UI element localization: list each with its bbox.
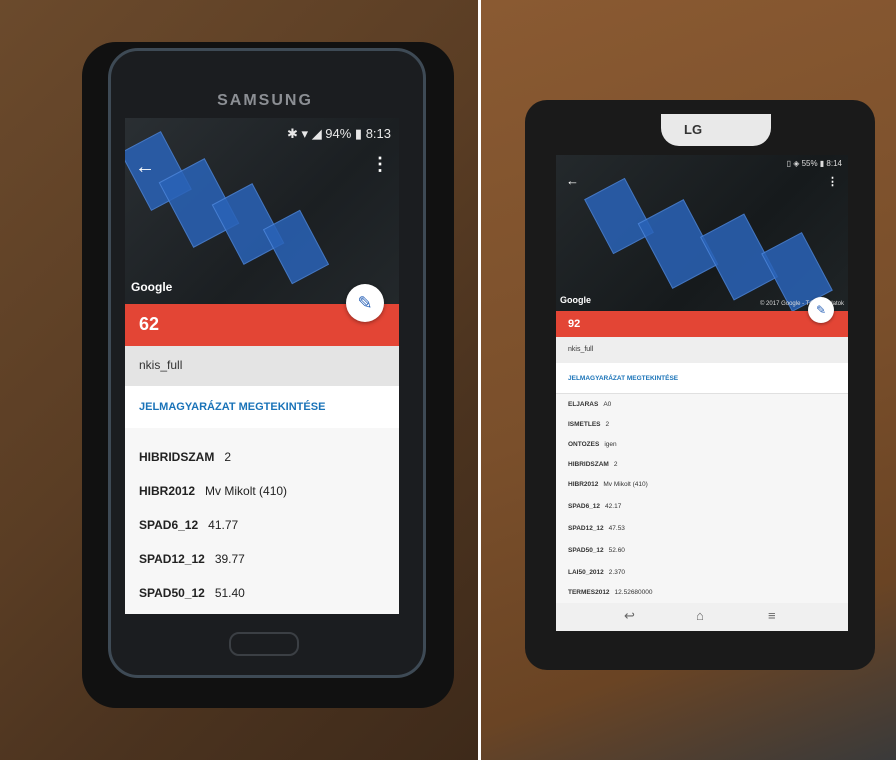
feature-id: 92 [568, 318, 581, 330]
back-arrow-icon[interactable]: ← [135, 156, 155, 179]
nav-back-icon[interactable]: ↩ [624, 608, 635, 624]
list-item: HIBR2012 Mv Mikolt (410) [568, 481, 648, 488]
list-item: SPAD12_12 47.53 [568, 525, 625, 532]
nav-home-icon[interactable]: ⌂ [696, 608, 704, 623]
satellite-map[interactable]: ✱ ▾ ◢ 94% ▮ 8:13 ← ⋮ Google [125, 118, 399, 304]
home-button[interactable] [229, 632, 299, 656]
legend-bar: JELMAGYARÁZAT MEGTEKINTÉSE [125, 386, 399, 429]
list-item: ISMETLES 2 [568, 421, 610, 428]
list-item: LAI50_2012 2.370 [568, 569, 626, 576]
plot-block [584, 177, 654, 255]
edit-icon[interactable]: ✎ [346, 284, 384, 322]
list-item: SPAD6_12 41.77 [139, 518, 239, 532]
list-item: TERMES2012 12.52680000 [568, 589, 653, 596]
layer-name: nkis_full [139, 358, 183, 372]
satellite-map[interactable]: ▯ ◈ 55% ▮ 8:14 ← ⋮ Google © 2017 Google … [556, 155, 848, 312]
lg-logo: LG [684, 122, 703, 137]
nav-recent-icon[interactable]: ≡ [768, 608, 776, 623]
samsung-screen: ✱ ▾ ◢ 94% ▮ 8:13 ← ⋮ Google 62 ✎ nkis_fu… [125, 118, 399, 614]
status-bar: ▯ ◈ 55% ▮ 8:14 [786, 159, 842, 168]
list-item: SPAD6_12 42.17 [568, 503, 622, 510]
layer-name-bar: nkis_full [556, 337, 848, 363]
lg-screen: ▯ ◈ 55% ▮ 8:14 ← ⋮ Google © 2017 Google … [556, 155, 848, 631]
edit-icon[interactable]: ✎ [808, 297, 834, 323]
list-item: HIBRIDSZAM 2 [139, 450, 232, 464]
google-attribution: Google [131, 280, 173, 294]
list-item: ELJARAS A0 [568, 401, 612, 408]
layer-name-bar: nkis_full [125, 346, 399, 386]
list-item: HIBRIDSZAM 2 [568, 461, 618, 468]
legend-bar: JELMAGYARÁZAT MEGTEKINTÉSE [556, 363, 848, 394]
list-item: SPAD12_12 39.77 [139, 552, 245, 566]
google-attribution: Google [560, 295, 591, 305]
list-item: SPAD50_12 51.40 [139, 586, 245, 600]
overflow-menu-icon[interactable]: ⋮ [827, 175, 838, 188]
list-item: HIBR2012 Mv Mikolt (410) [139, 484, 288, 498]
back-arrow-icon[interactable]: ← [566, 173, 579, 188]
list-item: SPAD50_12 52.60 [568, 547, 625, 554]
layer-name: nkis_full [568, 346, 594, 353]
feature-id: 62 [139, 314, 160, 334]
view-legend-link[interactable]: JELMAGYARÁZAT MEGTEKINTÉSE [568, 375, 678, 382]
nav-bar: ↩ ⌂ ≡ [556, 603, 848, 631]
view-legend-link[interactable]: JELMAGYARÁZAT MEGTEKINTÉSE [139, 401, 325, 413]
feature-header: 92 [556, 311, 848, 337]
samsung-logo: SAMSUNG [217, 92, 313, 109]
attribute-list: HIBRIDSZAM 2 HIBR2012 Mv Mikolt (410) SPAD… [125, 428, 399, 614]
overflow-menu-icon[interactable]: ⋮ [371, 154, 389, 175]
list-item: ONTOZES igen [568, 441, 617, 448]
status-bar: ✱ ▾ ◢ 94% ▮ 8:13 [287, 126, 391, 141]
